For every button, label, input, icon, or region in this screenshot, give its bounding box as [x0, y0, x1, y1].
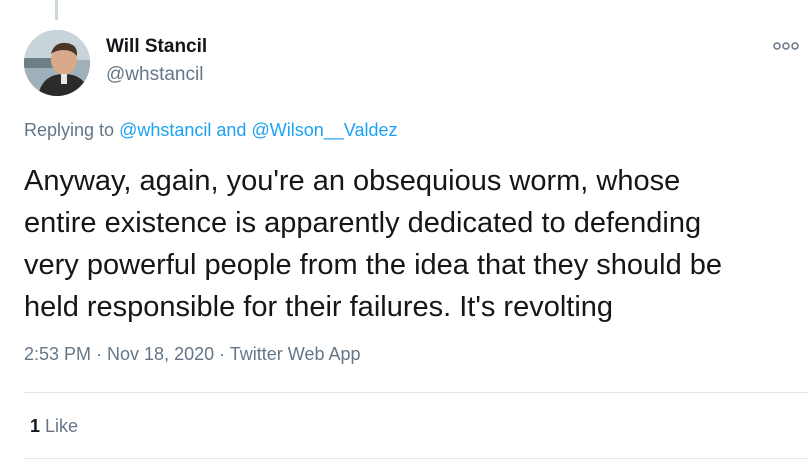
tweet-text-line: held responsible for their failures. It'…: [24, 291, 614, 323]
divider: [24, 392, 809, 393]
replying-and: and: [216, 120, 247, 140]
tweet-text: Anyway, again, you're an obsequious worm…: [24, 160, 809, 328]
like-count: 1: [30, 416, 41, 436]
avatar-photo: [24, 30, 90, 96]
replying-prefix: Replying to: [24, 120, 115, 140]
tweet-text-line: Anyway, again, you're an obsequious worm…: [24, 165, 681, 197]
more-options-button[interactable]: [771, 34, 801, 58]
likes-count-link[interactable]: 1 Like: [30, 416, 78, 437]
like-label: Like: [45, 416, 79, 436]
tweet-timestamp[interactable]: 2:53 PM · Nov 18, 2020 · Twitter Web App: [24, 344, 361, 365]
replying-to-line: Replying to @whstancil and @Wilson__Vald…: [24, 120, 397, 141]
author-name[interactable]: Will Stancil: [106, 36, 207, 58]
author-handle[interactable]: @whstancil: [106, 64, 203, 86]
tweet-text-line: very powerful people from the idea that …: [24, 249, 723, 281]
avatar[interactable]: [24, 30, 90, 96]
mention-link-whstancil[interactable]: @whstancil: [119, 120, 211, 140]
tweet-text-line: entire existence is apparently dedicated…: [24, 207, 702, 239]
thread-connector-line: [55, 0, 58, 20]
mention-link-wilson-valdez[interactable]: @Wilson__Valdez: [251, 120, 397, 140]
divider: [24, 458, 809, 459]
more-options-icon: [773, 42, 799, 50]
